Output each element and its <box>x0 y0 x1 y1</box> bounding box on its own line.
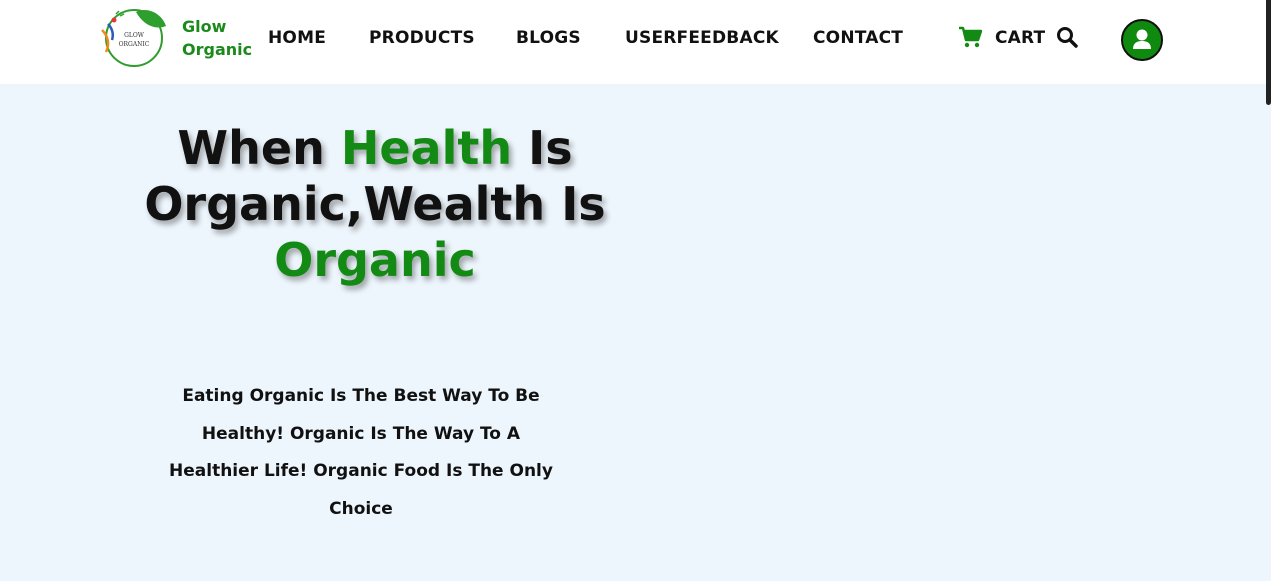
hero-headline-health: Health <box>340 121 513 175</box>
logo[interactable]: GLOW ORGANIC <box>96 4 168 68</box>
hero-headline-part-1: When <box>177 121 341 175</box>
site-header: GLOW ORGANIC Glow Organic HOME PRODUCTS … <box>0 0 1271 84</box>
nav-products[interactable]: PRODUCTS <box>369 28 475 48</box>
nav-blogs[interactable]: BLOGS <box>516 28 581 48</box>
user-avatar[interactable] <box>1121 19 1163 61</box>
brand-line-1: Glow <box>182 17 227 36</box>
brand-name[interactable]: Glow Organic <box>182 15 252 61</box>
nav-home[interactable]: HOME <box>268 28 326 48</box>
cart-icon[interactable] <box>958 26 983 48</box>
logo-text-2: ORGANIC <box>119 41 150 48</box>
brand-line-2: Organic <box>182 40 253 59</box>
hero-headline: When Health Is Organic,Wealth Is Organic <box>140 120 610 288</box>
scrollbar[interactable] <box>1266 0 1271 105</box>
logo-icon: GLOW ORGANIC <box>101 9 166 67</box>
search-icon[interactable] <box>1056 26 1078 48</box>
nav-contact[interactable]: CONTACT <box>813 28 903 48</box>
nav-cart[interactable]: CART <box>995 28 1045 48</box>
nav-userfeedback[interactable]: USERFEEDBACK <box>625 28 779 48</box>
hero-headline-organic: Organic <box>274 233 476 287</box>
user-icon <box>1133 29 1151 49</box>
hero-subtitle: Eating Organic Is The Best Way To Be Hea… <box>169 386 553 519</box>
logo-text-1: GLOW <box>124 32 145 39</box>
